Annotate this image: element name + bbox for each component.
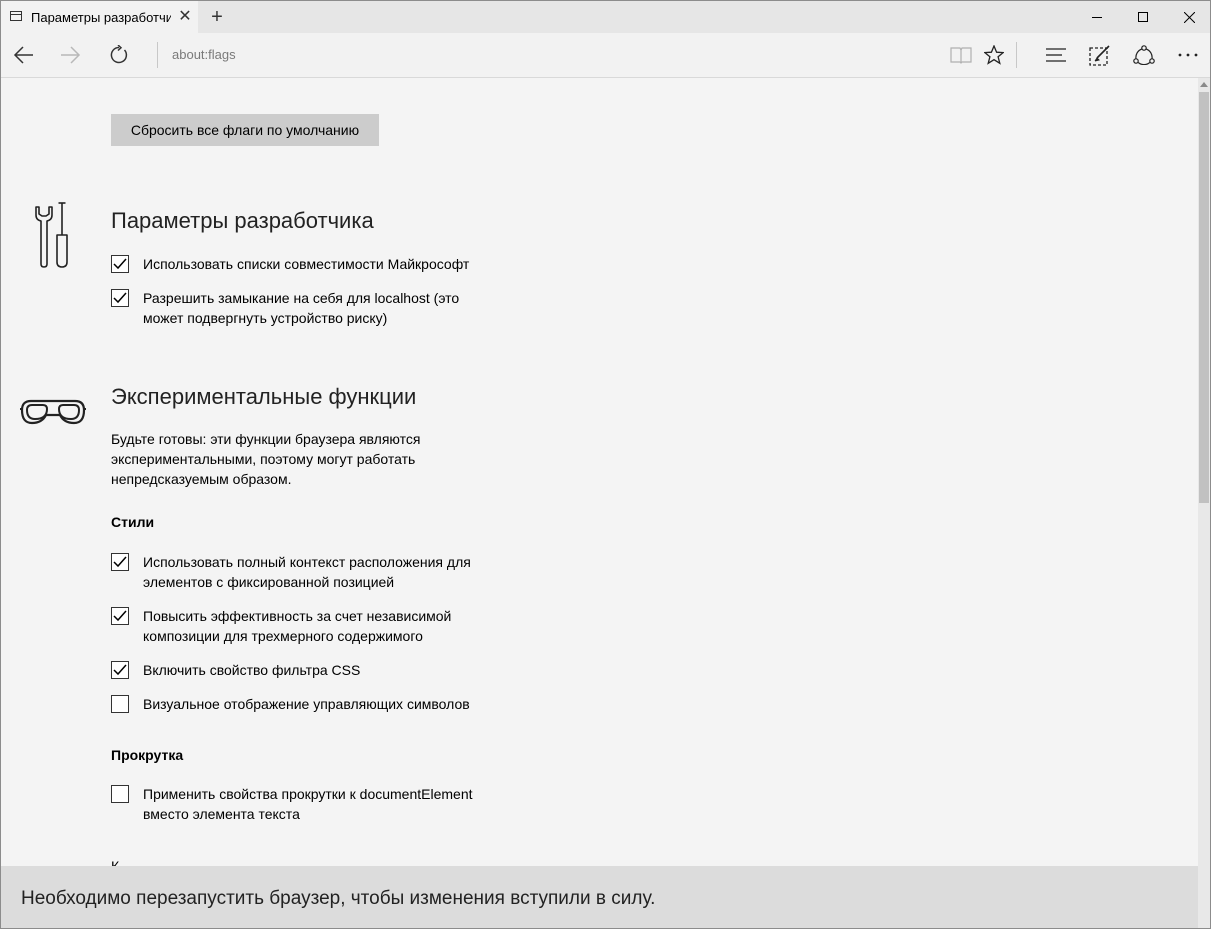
experimental-description: Будьте готовы: эти функции браузера явля… (111, 431, 421, 487)
scrollbar-thumb[interactable] (1199, 92, 1209, 503)
minimize-button[interactable] (1074, 1, 1120, 33)
independent-composition-checkbox[interactable] (111, 607, 129, 625)
new-tab-button[interactable]: + (204, 5, 230, 29)
experimental-section-title: Экспериментальные функции (111, 384, 417, 409)
option-label: Визуальное отображение управляющих симво… (143, 696, 470, 712)
title-bar: Параметры разработчи ✕ + (1, 1, 1210, 33)
developer-section-title: Параметры разработчика (111, 208, 374, 233)
hub-icon (1046, 48, 1066, 62)
browser-window: Параметры разработчи ✕ + about:flags Сбр… (0, 0, 1211, 929)
add-favorite-button[interactable] (972, 33, 1016, 77)
web-note-icon (1089, 45, 1110, 66)
compat-lists-checkbox[interactable] (111, 255, 129, 273)
address-divider (157, 42, 158, 68)
scroll-up-button[interactable] (1198, 78, 1210, 90)
next-section-heading: К (111, 858, 120, 866)
restart-notification: Необходимо перезапустить браузер, чтобы … (1, 866, 1198, 928)
checkmark-icon (113, 610, 127, 622)
checkmark-icon (113, 292, 127, 304)
more-icon (1178, 53, 1198, 57)
back-button[interactable] (1, 33, 45, 77)
fixed-position-context-checkbox[interactable] (111, 553, 129, 571)
scroll-document-element-checkbox[interactable] (111, 785, 129, 803)
localhost-loopback-checkbox[interactable] (111, 289, 129, 307)
hub-button[interactable] (1034, 33, 1078, 77)
back-icon (13, 46, 33, 64)
option-label: Использовать списки совместимости Майкро… (143, 256, 470, 272)
share-icon (1133, 45, 1155, 65)
refresh-button[interactable] (97, 33, 141, 77)
reading-view-icon (950, 47, 972, 64)
maximize-button[interactable] (1120, 1, 1166, 33)
page-favicon-icon (10, 11, 22, 21)
option-label: Использовать полный контекст расположени… (143, 554, 471, 590)
checkmark-icon (113, 556, 127, 568)
browser-tab[interactable]: Параметры разработчи ✕ (1, 1, 198, 33)
scrolling-heading: Прокрутка (111, 747, 184, 763)
control-characters-checkbox[interactable] (111, 695, 129, 713)
restart-notification-text: Необходимо перезапустить браузер, чтобы … (21, 888, 656, 909)
styles-heading: Стили (111, 514, 155, 530)
toolbar-divider (1016, 42, 1017, 68)
favorite-star-icon (984, 45, 1004, 65)
minimize-icon (1092, 17, 1102, 18)
refresh-icon (110, 45, 128, 64)
forward-button[interactable] (49, 33, 93, 77)
forward-icon (61, 46, 81, 64)
checkmark-icon (113, 258, 127, 270)
more-button[interactable] (1166, 33, 1210, 77)
css-filter-checkbox[interactable] (111, 661, 129, 679)
web-note-button[interactable] (1078, 33, 1122, 77)
close-window-button[interactable] (1166, 1, 1210, 33)
close-icon (1183, 11, 1195, 23)
vertical-scrollbar[interactable] (1198, 78, 1210, 928)
share-button[interactable] (1122, 33, 1166, 77)
flags-page: Сбросить все флаги по умолчанию Параметр… (1, 78, 1198, 866)
reset-flags-button[interactable]: Сбросить все флаги по умолчанию (111, 114, 379, 146)
navigation-bar: about:flags (1, 33, 1210, 78)
goggles-icon (20, 399, 86, 425)
maximize-icon (1138, 12, 1148, 22)
tab-title: Параметры разработчи (31, 10, 171, 25)
tools-icon (35, 202, 68, 268)
chevron-up-icon (1200, 81, 1208, 87)
option-label: Разрешить замыкание на себя для localhos… (143, 290, 460, 326)
address-field[interactable]: about:flags (172, 47, 236, 62)
option-label: Применить свойства прокрутки к documentE… (143, 786, 473, 822)
option-label: Повысить эффективность за счет независим… (143, 608, 452, 644)
option-label: Включить свойство фильтра CSS (143, 662, 361, 678)
checkmark-icon (113, 664, 127, 676)
tab-close-button[interactable]: ✕ (175, 6, 195, 28)
